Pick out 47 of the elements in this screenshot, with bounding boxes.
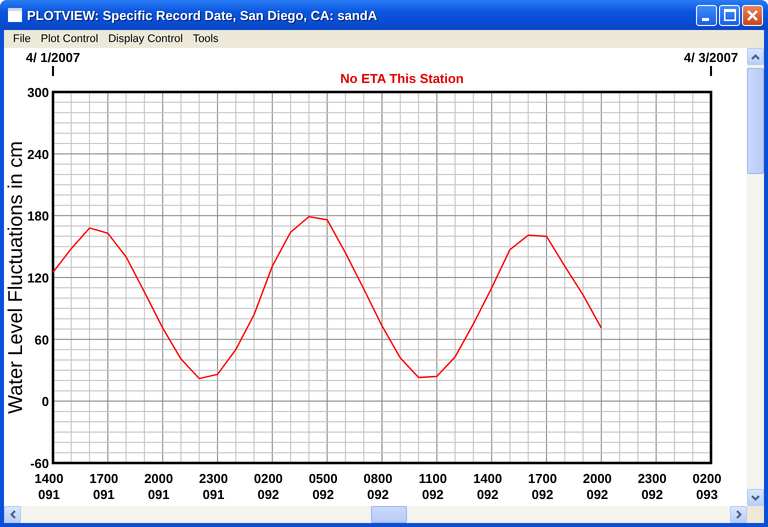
x-tick-label: 0200 092 bbox=[254, 471, 283, 502]
y-axis-label: Water Level Fluctuations in cm bbox=[5, 141, 27, 414]
x-tick-label: 1100 092 bbox=[418, 471, 447, 502]
x-tick-label: 1700 091 bbox=[89, 471, 118, 502]
minimize-icon bbox=[702, 18, 708, 21]
y-tick-label: 120 bbox=[27, 270, 49, 286]
resize-grip[interactable] bbox=[747, 506, 764, 523]
scroll-thumb[interactable] bbox=[371, 506, 407, 523]
x-tick-label: 0500 092 bbox=[308, 471, 338, 502]
scroll-up-button[interactable] bbox=[747, 48, 764, 65]
menu-item[interactable]: Display Control bbox=[103, 33, 188, 45]
y-tick-label: 240 bbox=[27, 146, 49, 162]
scroll-left-button[interactable] bbox=[4, 506, 21, 523]
x-tick-label: 2000 091 bbox=[144, 471, 174, 502]
y-tick-label: 180 bbox=[27, 208, 49, 224]
date-tick bbox=[52, 66, 54, 76]
close-icon bbox=[747, 10, 758, 20]
y-tick-label: -60 bbox=[30, 456, 49, 471]
horizontal-scrollbar[interactable] bbox=[4, 506, 747, 523]
date-tick bbox=[710, 66, 712, 76]
scroll-down-button[interactable] bbox=[747, 489, 764, 506]
menu-item[interactable]: File bbox=[8, 33, 36, 45]
menu-item[interactable]: Tools bbox=[188, 33, 224, 45]
x-tick-label: 1400 091 bbox=[34, 471, 64, 502]
y-tick-label: 60 bbox=[34, 332, 49, 348]
window-title: PLOTVIEW: Specific Record Date, San Diego, CA: sandA bbox=[27, 8, 378, 22]
x-tick-label: 2300 091 bbox=[199, 471, 228, 502]
chart-title: No ETA This Station bbox=[340, 71, 464, 86]
x-tick-label: 0200 093 bbox=[692, 471, 722, 502]
close-button[interactable] bbox=[742, 4, 763, 26]
menu-item[interactable]: Plot Control bbox=[36, 33, 104, 45]
x-tick-label: 2000 092 bbox=[582, 471, 612, 502]
maximize-icon bbox=[724, 9, 736, 21]
maximize-button[interactable] bbox=[719, 4, 740, 26]
minimize-button[interactable] bbox=[696, 4, 717, 26]
scroll-right-button[interactable] bbox=[730, 506, 747, 523]
x-tick-label: 0800 092 bbox=[364, 471, 392, 502]
x-tick-label: 1700 092 bbox=[528, 471, 557, 502]
x-tick-label: 2300 092 bbox=[638, 471, 667, 502]
y-tick-label: 300 bbox=[27, 85, 49, 100]
x-tick-label: 1400 092 bbox=[473, 471, 502, 502]
date-label: 4/ 3/2007 bbox=[684, 50, 738, 65]
scroll-thumb[interactable] bbox=[747, 68, 764, 174]
y-tick-label: 0 bbox=[42, 394, 49, 410]
vertical-scrollbar[interactable] bbox=[747, 48, 764, 506]
window-icon bbox=[8, 8, 22, 22]
date-label: 4/ 1/2007 bbox=[26, 50, 80, 65]
